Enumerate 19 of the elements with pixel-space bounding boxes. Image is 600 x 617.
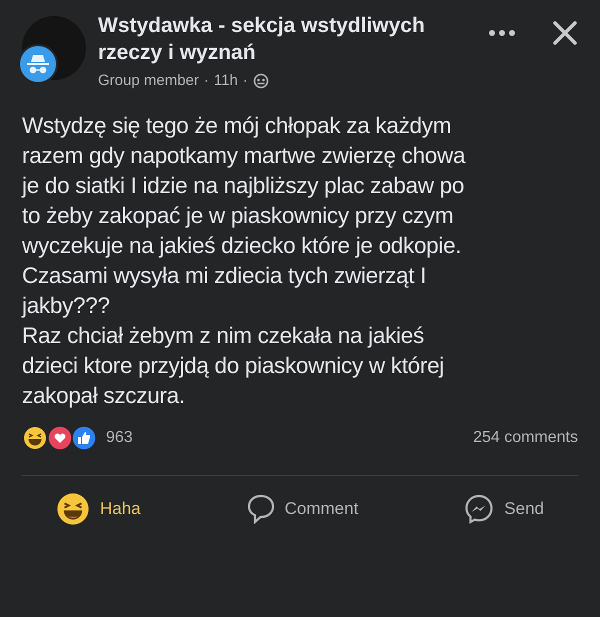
group-name[interactable]: Wstydawka - sekcja wstydliwych rzeczy i wyznań [98,12,458,66]
send-action-button[interactable]: Send [460,490,548,528]
post-time[interactable]: 11h [214,72,238,89]
messenger-icon [464,494,494,524]
comment-count[interactable]: 254 comments [473,429,578,447]
laughing-face-icon [56,492,90,526]
comment-action-button[interactable]: Comment [242,490,362,528]
reaction-count[interactable]: 963 [106,429,133,447]
close-button[interactable] [552,20,578,46]
separator: · [204,72,209,89]
separator: · [242,72,248,89]
haha-action-button[interactable]: Haha [52,488,145,530]
more-options-button[interactable] [488,29,516,37]
post-paragraph: Raz chciał żebym z nim czekała na jakieś dzieci ktore przyjdą do piaskownicy w której zakopał szczura. [22,322,445,410]
anonymous-badge-icon [18,44,58,84]
reaction-icons[interactable] [22,425,98,451]
speech-bubble-icon [246,494,275,524]
post-paragraph: Wstydzę się tego że mój chłopak za każdym razem gdy napotkamy martwe zwierzę chowa je do siatki I idzie na najbliższy plac zabaw po to żeby zakopać je w piaskownicy przy czym wyczekuje na jakieś dziecko które je odkopie. Czasami wysyła mi zdiecia tych zwierząt I jakby??? [22,112,466,320]
author-role: Group member [98,72,199,89]
